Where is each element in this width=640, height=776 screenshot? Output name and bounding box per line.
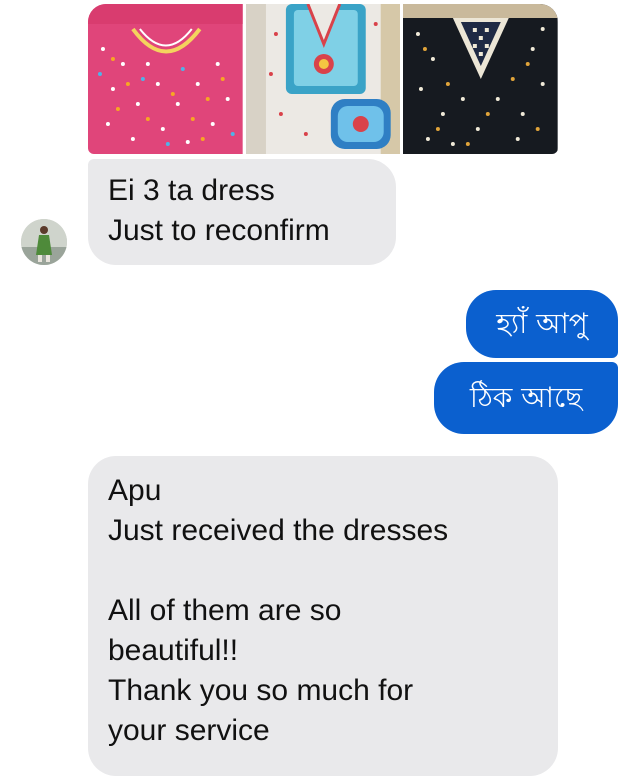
message-text: হ্যাঁ আপু [496, 307, 588, 340]
message-bubble-incoming[interactable]: Ei 3 ta dress Just to reconfirm [88, 159, 396, 265]
white-blue-embroidered-kurti-photo-icon [245, 4, 401, 154]
message-text: Ei 3 ta dress [108, 174, 275, 207]
photo-pink-kurti[interactable] [88, 4, 243, 154]
message-text: Thank you so much for [108, 674, 414, 707]
message-bubble-incoming[interactable]: Apu Just received the dresses All of the… [88, 456, 558, 776]
photo-white-kurti[interactable] [245, 4, 401, 154]
shared-photo-group[interactable] [88, 4, 558, 154]
photo-black-kurti[interactable] [403, 4, 558, 154]
message-bubble-outgoing[interactable]: ঠিক আছে [434, 362, 618, 434]
black-embroidered-kurti-photo-icon [403, 4, 558, 154]
contact-avatar[interactable] [21, 219, 67, 265]
contact-profile-photo-icon [21, 219, 67, 265]
pink-embroidered-kurti-photo-icon [88, 4, 243, 154]
message-text: Apu [108, 474, 162, 507]
message-text: your service [108, 714, 270, 747]
message-text: ঠিক আছে [469, 381, 583, 414]
message-text: beautiful!! [108, 634, 239, 667]
message-text: Just received the dresses [108, 514, 449, 547]
message-text: Just to reconfirm [108, 214, 330, 247]
chat-thread: Ei 3 ta dress Just to reconfirm হ্যাঁ আপ… [0, 0, 640, 776]
message-bubble-outgoing[interactable]: হ্যাঁ আপু [466, 290, 618, 358]
message-text: All of them are so [108, 594, 342, 627]
